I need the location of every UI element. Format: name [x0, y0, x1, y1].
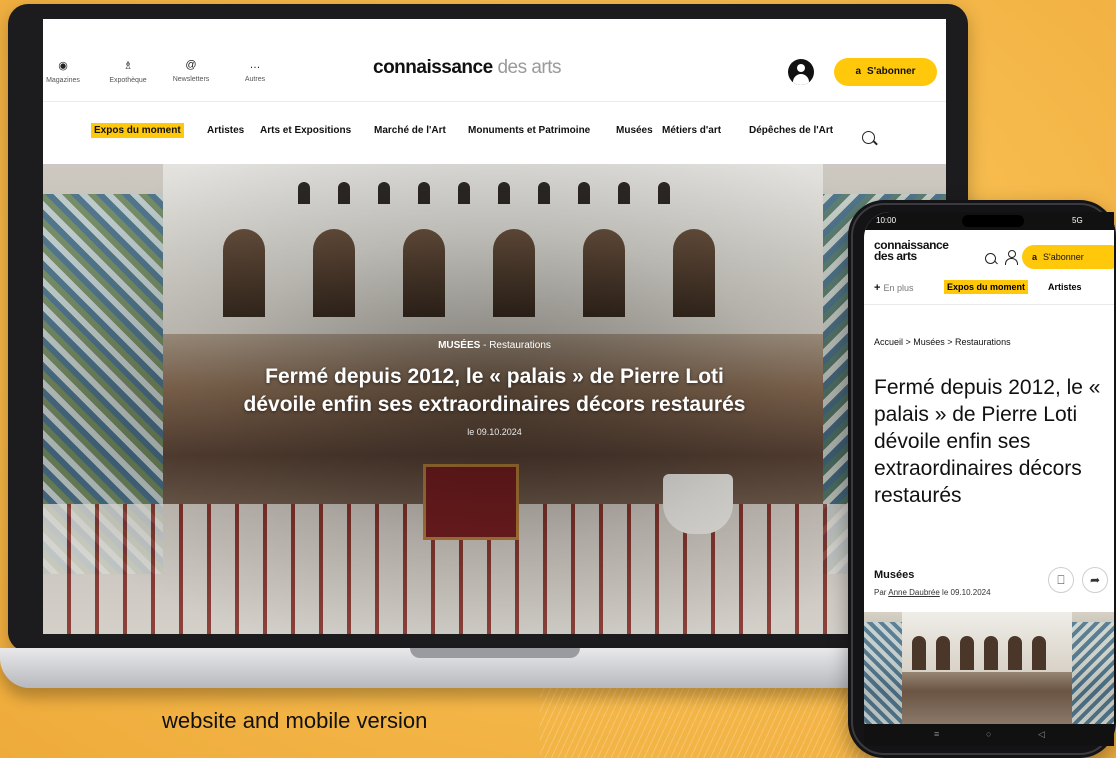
mobile-logo[interactable]: connaissance des arts	[874, 239, 949, 262]
nav-monuments-et-patrimoine[interactable]: Monuments et Patrimoine	[468, 125, 590, 136]
home-icon[interactable]: ○	[986, 729, 991, 739]
nav-artistes[interactable]: Artistes	[1048, 282, 1082, 292]
desktop-website: ◉ Magazines ♗ Expothèque @ Newsletters ……	[43, 19, 946, 634]
article-title: Fermé depuis 2012, le « palais » de Pier…	[874, 376, 1101, 507]
mobile-subscribe-button[interactable]: a S'abonner	[1022, 245, 1114, 269]
nav-expos-du-moment[interactable]: Expos du moment	[91, 123, 184, 138]
nav-marche-de-l-art[interactable]: Marché de l'Art	[374, 125, 446, 136]
eye-icon: ◉	[58, 60, 68, 72]
nav-arts-et-expositions[interactable]: Arts et Expositions	[260, 125, 351, 136]
android-nav-bar: ≡ ○ ◁	[864, 724, 1114, 746]
nav-musees[interactable]: Musées	[616, 125, 653, 136]
more-menu-button[interactable]: + En plus	[874, 282, 913, 294]
nav-artistes[interactable]: Artistes	[207, 125, 244, 136]
article-byline: Par Anne Daubrée le 09.10.2024	[874, 588, 991, 597]
subscribe-logo-icon: a	[1032, 252, 1038, 262]
camera-island	[962, 215, 1024, 227]
logo-light: des arts	[497, 57, 562, 78]
subscribe-logo-icon: a	[855, 66, 862, 77]
hero-category[interactable]: MUSÉES - Restaurations	[43, 340, 946, 351]
article-category[interactable]: Musées	[874, 569, 914, 581]
search-icon[interactable]	[862, 131, 875, 144]
toolbar-expotheque[interactable]: ♗ Expothèque	[98, 59, 158, 84]
plus-icon: +	[874, 282, 881, 294]
toolbar-newsletters[interactable]: @ Newsletters	[161, 59, 221, 83]
signal-indicator: 5G	[1072, 216, 1083, 225]
recents-icon[interactable]: ≡	[934, 729, 939, 739]
account-avatar-icon[interactable]	[788, 59, 814, 85]
breadcrumb[interactable]: Accueil > Musées > Restaurations	[874, 337, 1011, 347]
status-time: 10:00	[876, 216, 897, 225]
toolbar-label: Expothèque	[109, 77, 147, 84]
hero-title[interactable]: Fermé depuis 2012, le « palais » de Pier…	[43, 363, 946, 419]
nav-depeches-de-l-art[interactable]: Dépêches de l'Art	[749, 125, 833, 136]
main-navigation: Expos du moment Artistes Arts et Exposit…	[43, 119, 946, 143]
nav-metiers-d-art[interactable]: Métiers d'art	[662, 125, 721, 136]
toolbar-label: Newsletters	[172, 76, 210, 83]
logo-bold: connaissance	[373, 57, 493, 78]
nav-expos-du-moment[interactable]: Expos du moment	[944, 280, 1029, 294]
at-icon: @	[185, 59, 197, 71]
site-logo[interactable]: connaissance des arts	[373, 57, 562, 79]
search-icon[interactable]	[985, 253, 996, 264]
laptop-mockup: ◉ Magazines ♗ Expothèque @ Newsletters ……	[8, 4, 968, 652]
toolbar-label: Autres	[244, 76, 266, 83]
phone-mockup: 10:00 5G connaissance des arts a S'abonne…	[848, 200, 1116, 758]
toolbar-label: Magazines	[46, 77, 80, 84]
back-icon[interactable]: ◁	[1038, 729, 1045, 740]
hero-date: le 09.10.2024	[467, 427, 522, 437]
share-icon[interactable]: ➦	[1082, 567, 1108, 593]
hero-text: MUSÉES - Restaurations Fermé depuis 2012…	[43, 340, 946, 437]
mobile-website: 10:00 5G connaissance des arts a S'abonne…	[864, 212, 1114, 744]
author-link[interactable]: Anne Daubrée	[888, 588, 940, 597]
hero-article[interactable]: MUSÉES - Restaurations Fermé depuis 2012…	[43, 164, 946, 634]
more-icon: …	[249, 59, 261, 71]
status-bar: 10:00 5G	[864, 212, 1114, 230]
subscribe-button[interactable]: a S'abonner	[834, 58, 937, 86]
subscribe-label: S'abonner	[867, 66, 916, 77]
user-icon[interactable]	[1004, 250, 1018, 265]
library-icon: ♗	[123, 60, 133, 72]
toolbar-autres[interactable]: … Autres	[225, 59, 285, 83]
bookmark-icon[interactable]: ⎕	[1048, 567, 1074, 593]
caption: website and mobile version	[162, 708, 428, 733]
mobile-navigation: + En plus Expos du moment Artistes	[864, 280, 1114, 296]
desktop-header: ◉ Magazines ♗ Expothèque @ Newsletters ……	[43, 19, 946, 102]
toolbar-magazines[interactable]: ◉ Magazines	[43, 59, 93, 84]
